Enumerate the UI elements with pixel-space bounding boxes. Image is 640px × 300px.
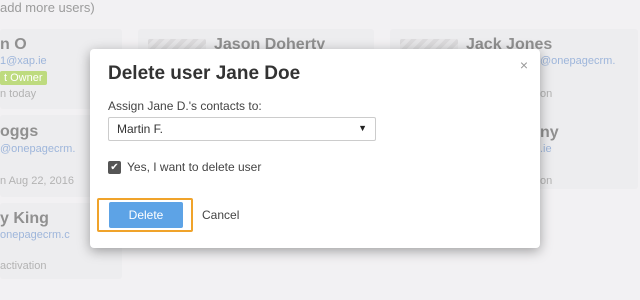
assign-contacts-select[interactable]: Martin F. ▼	[108, 117, 376, 141]
caret-down-icon: ▼	[358, 123, 367, 133]
delete-button[interactable]: Delete	[109, 202, 183, 228]
close-icon[interactable]: ×	[520, 57, 528, 73]
cancel-button[interactable]: Cancel	[202, 208, 239, 222]
confirm-delete-checkbox[interactable]: ✔	[108, 160, 121, 174]
select-value: Martin F.	[117, 122, 164, 136]
confirm-delete-row[interactable]: ✔ Yes, I want to delete user	[108, 160, 261, 174]
assign-contacts-label: Assign Jane D.'s contacts to:	[108, 99, 262, 113]
delete-user-dialog: Delete user Jane Doe × Assign Jane D.'s …	[90, 49, 540, 248]
confirm-delete-label[interactable]: Yes, I want to delete user	[127, 160, 261, 174]
dialog-title: Delete user Jane Doe	[108, 63, 301, 84]
